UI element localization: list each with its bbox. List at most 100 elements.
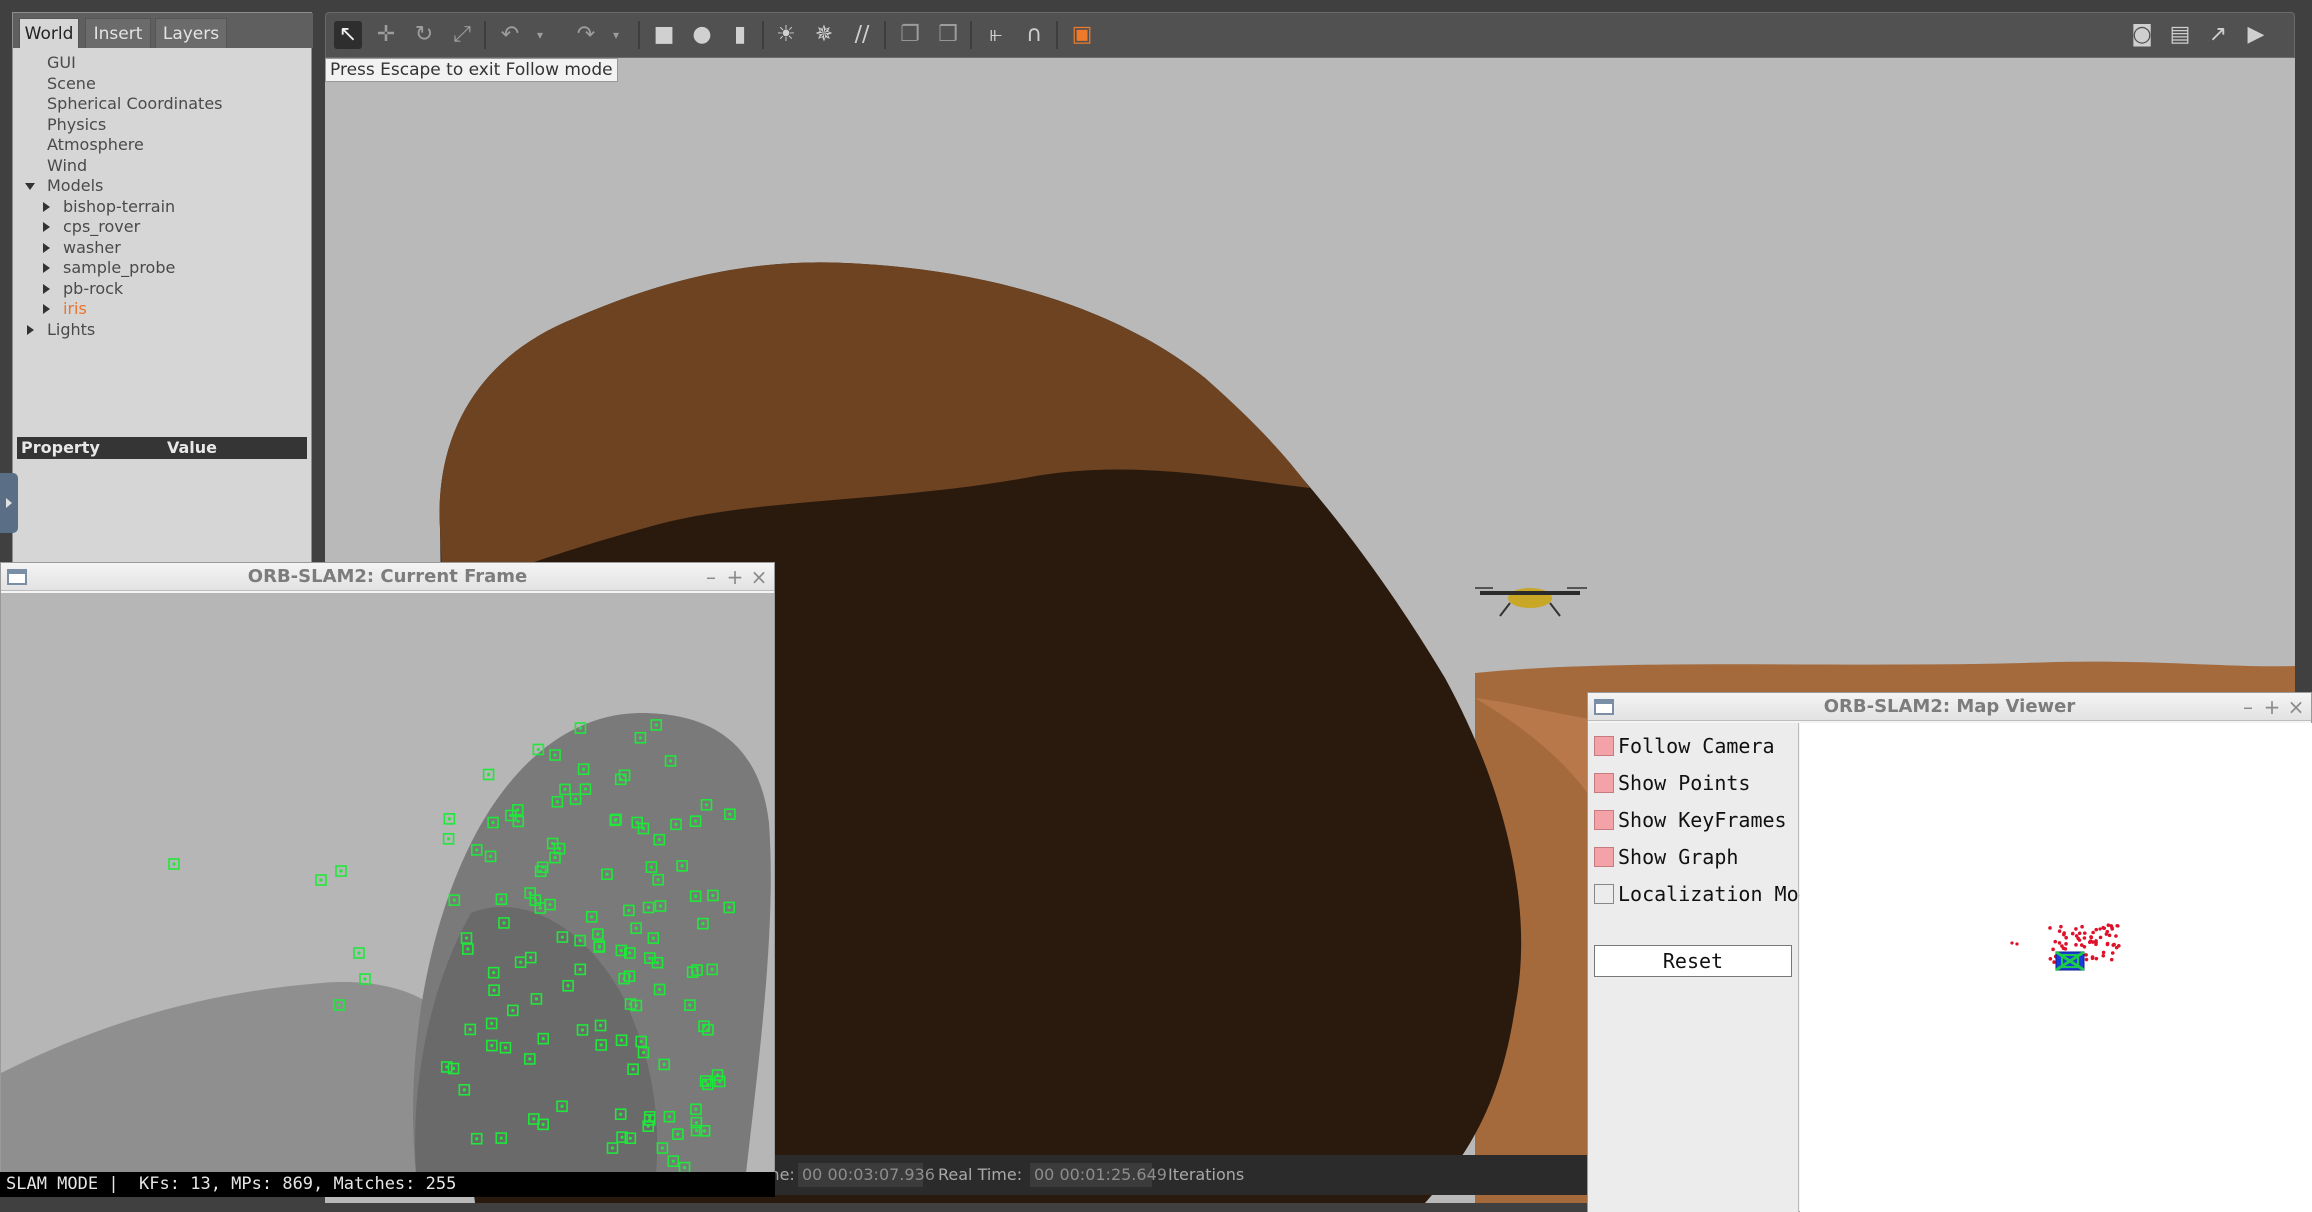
tree-item[interactable]: pb-rock xyxy=(13,279,313,299)
feature-point-center xyxy=(610,1146,615,1150)
map-point xyxy=(2094,956,2099,961)
change-view-icon[interactable]: ▣ xyxy=(1068,21,1096,49)
show-points-checkbox[interactable] xyxy=(1594,773,1614,793)
show-keyframes-checkbox[interactable] xyxy=(1594,810,1614,830)
tab-layers[interactable]: Layers xyxy=(155,18,227,48)
close-icon[interactable]: × xyxy=(748,563,770,591)
cylinder-icon[interactable]: ▮ xyxy=(726,21,754,49)
tree-item-label: Spherical Coordinates xyxy=(47,94,223,113)
box-icon[interactable]: ■ xyxy=(650,21,678,49)
localization-mode-option[interactable]: Localization Mode xyxy=(1594,879,1823,909)
feature-point-center xyxy=(694,894,698,898)
feature-point-center xyxy=(619,948,623,953)
feature-point-center xyxy=(548,902,552,907)
minimize-icon[interactable]: – xyxy=(2237,693,2259,721)
tree-item[interactable]: Atmosphere xyxy=(13,135,313,155)
current-frame-window[interactable]: ORB-SLAM2: Current Frame – + × xyxy=(0,562,775,1197)
snap-icon[interactable]: ∩ xyxy=(1020,21,1048,49)
tree-item[interactable]: iris xyxy=(13,299,313,319)
copy-icon[interactable]: ❐ xyxy=(896,21,924,49)
feature-point-center xyxy=(702,1024,706,1028)
tree-item[interactable]: Models xyxy=(13,176,313,196)
tree-item[interactable]: cps_rover xyxy=(13,217,313,237)
tab-insert[interactable]: Insert xyxy=(85,18,151,48)
tree-item[interactable]: Spherical Coordinates xyxy=(13,94,313,114)
plot-icon[interactable]: ↗ xyxy=(2204,21,2232,49)
feature-point-center xyxy=(529,955,533,960)
feature-point-center xyxy=(711,893,715,898)
close-icon[interactable]: × xyxy=(2285,693,2307,721)
map-view-canvas[interactable] xyxy=(1800,723,2312,1212)
map-point xyxy=(2077,938,2082,942)
chevron-right-icon[interactable] xyxy=(43,222,50,232)
feature-point-center xyxy=(631,1067,635,1071)
map-viewer-titlebar[interactable]: ORB-SLAM2: Map Viewer – + × xyxy=(1588,693,2311,721)
chevron-right-icon[interactable] xyxy=(43,242,50,253)
log-icon[interactable]: ▤ xyxy=(2166,21,2194,49)
map-point xyxy=(2101,950,2106,955)
panel-collapse-handle[interactable] xyxy=(0,473,18,533)
localization-mode-label: Localization Mode xyxy=(1618,882,1823,906)
reset-button[interactable]: Reset xyxy=(1594,945,1792,977)
record-video-icon[interactable]: ▶ xyxy=(2242,21,2270,49)
chevron-right-icon[interactable] xyxy=(43,283,50,294)
minimize-icon[interactable]: – xyxy=(700,563,722,591)
chevron-right-icon[interactable] xyxy=(43,304,50,314)
chevron-right-icon[interactable] xyxy=(43,201,50,212)
feature-point-center xyxy=(492,971,496,975)
redo-icon[interactable]: ↷ xyxy=(572,21,600,49)
tree-item[interactable]: GUI xyxy=(13,53,313,73)
chevron-right-icon[interactable] xyxy=(43,263,50,273)
current-frame-titlebar[interactable]: ORB-SLAM2: Current Frame – + × xyxy=(1,563,774,591)
map-viewer-controls: Follow Camera Show Points Show KeyFrames… xyxy=(1588,723,1823,1212)
chevron-down-icon[interactable] xyxy=(25,183,35,190)
tree-item-label: GUI xyxy=(47,53,76,72)
tree-item-label: Wind xyxy=(47,155,88,175)
tree-item[interactable]: washer xyxy=(13,238,313,258)
feature-point-center xyxy=(702,1129,707,1133)
redo-dropdown-icon[interactable]: ▾ xyxy=(602,21,630,49)
feature-point-center xyxy=(539,869,543,873)
maximize-icon[interactable]: + xyxy=(724,563,746,591)
tree-item[interactable]: Physics xyxy=(13,115,313,135)
follow-camera-checkbox[interactable] xyxy=(1594,736,1614,756)
show-graph-checkbox[interactable] xyxy=(1594,847,1614,867)
select-arrow-icon[interactable]: ↖ xyxy=(334,21,362,49)
feature-point-center xyxy=(447,817,451,821)
tree-item[interactable]: sample_probe xyxy=(13,258,313,278)
sphere-icon[interactable]: ● xyxy=(688,21,716,49)
show-points-option[interactable]: Show Points xyxy=(1594,768,1750,798)
undo-dropdown-icon[interactable]: ▾ xyxy=(526,21,554,49)
align-icon[interactable]: ⫦ xyxy=(982,21,1010,49)
feature-point-center xyxy=(648,1118,652,1122)
spot-light-icon[interactable]: ✵ xyxy=(810,21,838,49)
show-graph-label: Show Graph xyxy=(1618,845,1739,869)
maximize-icon[interactable]: + xyxy=(2261,693,2283,721)
tree-item[interactable]: Lights xyxy=(13,320,313,340)
slam-status-bar: SLAM MODE | KFs: 13, MPs: 869, Matches: … xyxy=(0,1172,775,1197)
point-light-icon[interactable]: ☀ xyxy=(772,21,800,49)
feature-point-center xyxy=(578,939,582,943)
chevron-right-icon[interactable] xyxy=(27,324,34,335)
directional-light-icon[interactable]: ∕∕ xyxy=(848,21,876,49)
show-keyframes-option[interactable]: Show KeyFrames xyxy=(1594,805,1787,835)
tree-item[interactable]: bishop-terrain xyxy=(13,197,313,217)
feature-point-center xyxy=(560,1104,564,1108)
tree-item[interactable]: Wind xyxy=(13,156,313,176)
translate-icon[interactable]: ✛ xyxy=(372,21,400,49)
show-graph-option[interactable]: Show Graph xyxy=(1594,842,1738,872)
screenshot-icon[interactable]: ◙ xyxy=(2128,21,2156,49)
follow-camera-option[interactable]: Follow Camera xyxy=(1594,731,1775,761)
tree-item[interactable]: Scene xyxy=(13,74,313,94)
paste-icon[interactable]: ❒ xyxy=(934,21,962,49)
undo-icon[interactable]: ↶ xyxy=(496,21,524,49)
localization-mode-checkbox[interactable] xyxy=(1594,884,1614,904)
tab-world[interactable]: World xyxy=(19,18,79,48)
map-viewer-window[interactable]: ORB-SLAM2: Map Viewer – + × Follow Camer… xyxy=(1587,692,2312,1212)
feature-point-center xyxy=(694,1121,698,1125)
feature-point-center xyxy=(363,977,367,981)
rotate-icon[interactable]: ↻ xyxy=(410,21,438,49)
feature-point-center xyxy=(580,1028,585,1032)
scale-icon[interactable]: ⤢ xyxy=(448,21,476,49)
feature-point-center xyxy=(660,1146,665,1150)
